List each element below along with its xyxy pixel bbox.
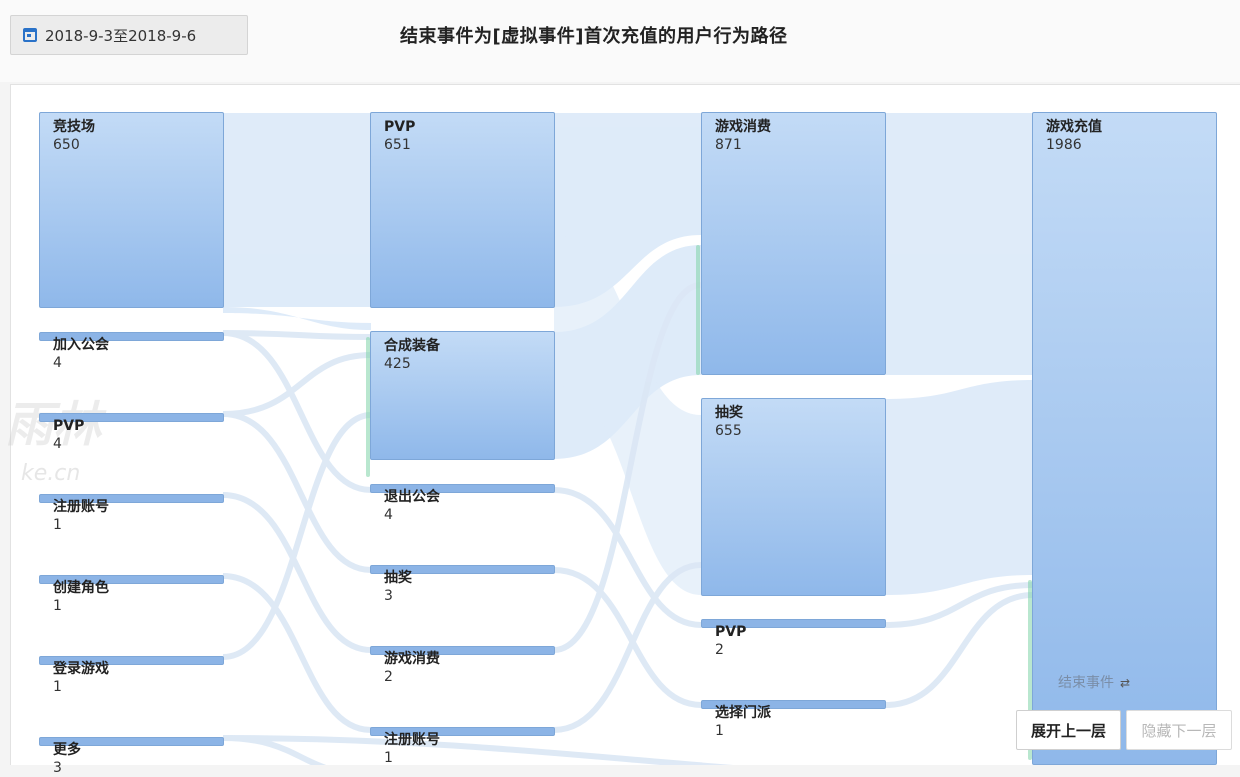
path-node-col2-choose-sect[interactable] bbox=[701, 700, 886, 709]
end-event-label: 结束事件 bbox=[1058, 675, 1114, 691]
path-node-col2-game-spend[interactable] bbox=[701, 112, 886, 375]
path-node-col1-register[interactable] bbox=[370, 727, 555, 736]
path-node-col0-join-guild[interactable] bbox=[39, 332, 224, 341]
path-node-col2-pvp[interactable] bbox=[701, 619, 886, 628]
path-node-col1-lottery[interactable] bbox=[370, 565, 555, 574]
path-node-col0-pvp[interactable] bbox=[39, 413, 224, 422]
path-node-col0-register[interactable] bbox=[39, 494, 224, 503]
path-node-col1-game-spend[interactable] bbox=[370, 646, 555, 655]
page-title: 结束事件为[虚拟事件]首次充值的用户行为路径 bbox=[400, 26, 788, 47]
path-node-col0-create-role[interactable] bbox=[39, 575, 224, 584]
date-range-text: 2018-9-3至2018-9-6 bbox=[45, 26, 197, 45]
path-node-col1-quit-guild[interactable] bbox=[370, 484, 555, 493]
top-bar: 2018-9-3至2018-9-6 结束事件为[虚拟事件]首次充值的用户行为路径 bbox=[0, 0, 1240, 82]
path-node-col3-recharge[interactable] bbox=[1032, 112, 1217, 765]
calendar-icon bbox=[23, 28, 37, 42]
swap-arrows-icon[interactable]: ⇄ bbox=[1120, 676, 1130, 690]
sankey-canvas: 雨林 ke.cn 竞技场 650 加入公会 4 PVP 4 注册账号 1 创建角… bbox=[5, 84, 1240, 776]
end-event-tag: 结束事件 ⇄ bbox=[1058, 672, 1130, 692]
path-node-col0-arena[interactable] bbox=[39, 112, 224, 308]
path-node-col1-pvp[interactable] bbox=[370, 112, 555, 308]
date-range-picker[interactable]: 2018-9-3至2018-9-6 bbox=[10, 15, 248, 55]
path-node-col0-login[interactable] bbox=[39, 656, 224, 665]
path-node-col2-lottery[interactable] bbox=[701, 398, 886, 596]
expand-upper-level-button[interactable]: 展开上一层 bbox=[1016, 710, 1121, 750]
hide-lower-level-button[interactable]: 隐藏下一层 bbox=[1126, 710, 1232, 750]
path-node-col0-more[interactable] bbox=[39, 737, 224, 746]
path-node-col1-craft-gear[interactable] bbox=[370, 331, 555, 460]
